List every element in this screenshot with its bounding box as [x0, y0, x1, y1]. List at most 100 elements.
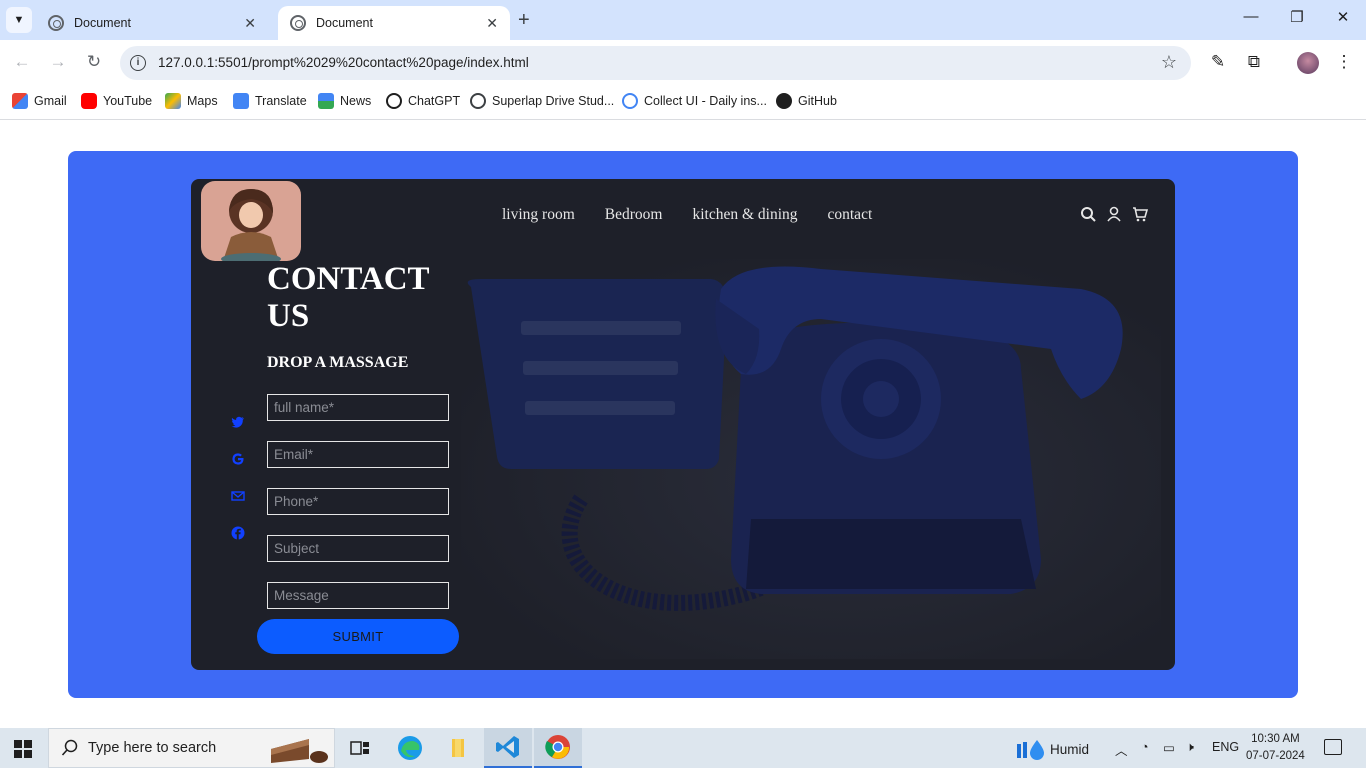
globe-icon — [290, 15, 306, 31]
reload-button[interactable]: ↻ — [82, 52, 106, 72]
bookmark-collectui[interactable]: Collect UI - Daily ins... — [622, 93, 767, 109]
tab-title: Document — [74, 16, 131, 30]
minimize-button[interactable]: — — [1228, 8, 1274, 25]
nav-contact[interactable]: contact — [828, 206, 873, 224]
tab-search-button[interactable]: ▼ — [6, 7, 32, 33]
bookmark-label: News — [340, 94, 372, 108]
user-icon[interactable] — [1106, 206, 1122, 222]
back-button[interactable]: ← — [10, 52, 34, 72]
bookmark-gmail[interactable]: Gmail — [12, 93, 67, 109]
telephone-illustration — [461, 259, 1161, 659]
tab-document-1[interactable]: Document ✕ — [36, 6, 268, 40]
close-tab-icon[interactable]: ✕ — [244, 15, 256, 32]
tab-document-2[interactable]: Document ✕ — [278, 6, 510, 40]
taskbar: Type here to search Humid ︿ ◔ ▭ 🕨 ENG 10… — [0, 728, 1366, 768]
vscode-icon — [496, 736, 519, 758]
twitter-icon[interactable] — [231, 415, 245, 429]
cart-icon[interactable] — [1132, 206, 1148, 222]
system-clock[interactable]: 10:30 AM 07-07-2024 — [1246, 731, 1305, 765]
network-icon[interactable]: ◔ — [1141, 740, 1149, 754]
new-tab-button[interactable]: + — [518, 9, 530, 32]
nav-kitchen-dining[interactable]: kitchen & dining — [692, 206, 797, 224]
email-field[interactable] — [267, 441, 449, 468]
mail-icon[interactable] — [231, 489, 245, 503]
bookmark-youtube[interactable]: YouTube — [81, 93, 152, 109]
bookmark-label: Translate — [255, 94, 307, 108]
restore-button[interactable]: ❐ — [1274, 8, 1320, 26]
maps-icon — [165, 93, 181, 109]
page-viewport: living room Bedroom kitchen & dining con… — [0, 121, 1366, 728]
bookmark-label: Superlap Drive Stud... — [492, 94, 615, 108]
bookmark-maps[interactable]: Maps — [165, 93, 218, 109]
show-hidden-icons[interactable]: ︿ — [1115, 740, 1128, 759]
taskbar-vscode[interactable] — [484, 728, 532, 768]
translate-icon — [233, 93, 249, 109]
address-bar[interactable]: i 127.0.0.1:5501/prompt%2029%20contact%2… — [120, 46, 1191, 80]
menu-icon[interactable]: ⋮ — [1333, 52, 1355, 72]
github-icon — [776, 93, 792, 109]
battery-icon[interactable]: ▭ — [1163, 740, 1175, 755]
humidity-icon — [1017, 740, 1044, 760]
news-icon — [318, 93, 334, 109]
clock-date: 07-07-2024 — [1246, 750, 1305, 762]
url-text[interactable]: 127.0.0.1:5501/prompt%2029%20contact%20p… — [158, 55, 529, 70]
facebook-icon[interactable] — [231, 526, 245, 540]
site-info-icon[interactable]: i — [130, 55, 146, 71]
submit-button[interactable]: SUBMIT — [257, 619, 459, 654]
bookmark-label: Gmail — [34, 94, 67, 108]
main-nav: living room Bedroom kitchen & dining con… — [502, 206, 872, 224]
nav-living-room[interactable]: living room — [502, 206, 575, 224]
eyedropper-icon[interactable]: ✎ — [1207, 52, 1229, 72]
close-tab-icon[interactable]: ✕ — [486, 15, 498, 32]
phone-field[interactable] — [267, 488, 449, 515]
form-subtitle: DROP A MASSAGE — [267, 354, 409, 371]
forward-button[interactable]: → — [46, 52, 70, 72]
notifications-icon[interactable] — [1324, 739, 1342, 755]
bookmark-label: ChatGPT — [408, 94, 461, 108]
bookmarks-bar: Gmail YouTube Maps Translate News ChatGP… — [0, 86, 1366, 120]
globe-icon — [48, 15, 64, 31]
message-field[interactable] — [267, 582, 449, 609]
edge-icon — [398, 736, 422, 760]
bookmark-translate[interactable]: Translate — [233, 93, 307, 109]
tab-strip: ▼ Document ✕ Document ✕ + — ❐ ✕ — [0, 0, 1366, 40]
taskbar-chrome[interactable] — [534, 728, 582, 768]
volume-mute-icon[interactable]: 🕨 — [1186, 740, 1194, 755]
windows-start-icon[interactable] — [14, 740, 32, 758]
page-title: CONTACT US — [267, 261, 430, 335]
taskbar-edge[interactable] — [386, 728, 434, 768]
subject-field[interactable] — [267, 535, 449, 562]
avatar-image — [201, 181, 301, 261]
nav-bedroom[interactable]: Bedroom — [605, 206, 663, 224]
weather-widget[interactable]: Humid — [1017, 738, 1089, 760]
chocolate-cake-icon — [271, 739, 328, 763]
bookmark-github[interactable]: GitHub — [776, 93, 837, 109]
extensions-icon[interactable]: ⧉ — [1243, 52, 1265, 72]
weather-label: Humid — [1050, 741, 1090, 757]
full-name-field[interactable] — [267, 394, 449, 421]
title-line-1: CONTACT — [267, 261, 430, 297]
browser-toolbar: ← → ↻ i 127.0.0.1:5501/prompt%2029%20con… — [0, 40, 1366, 86]
bookmark-label: Maps — [187, 94, 218, 108]
bookmark-star-icon[interactable]: ☆ — [1161, 52, 1177, 73]
taskbar-file-explorer[interactable] — [434, 728, 482, 768]
google-icon[interactable] — [231, 452, 245, 466]
profile-avatar[interactable] — [1297, 52, 1319, 74]
taskbar-search[interactable]: Type here to search — [48, 728, 335, 768]
bookmark-label: YouTube — [103, 94, 153, 108]
chatgpt-icon — [386, 93, 402, 109]
superlap-icon — [470, 93, 486, 109]
task-view-button[interactable] — [336, 728, 384, 768]
nav-icons — [1080, 206, 1148, 222]
avatar[interactable] — [201, 181, 301, 261]
bookmark-news[interactable]: News — [318, 93, 371, 109]
bookmark-chatgpt[interactable]: ChatGPT — [386, 93, 460, 109]
file-explorer-icon — [452, 739, 464, 757]
search-icon[interactable] — [1080, 206, 1096, 222]
title-line-2: US — [267, 298, 310, 334]
bookmark-superlap[interactable]: Superlap Drive Stud... — [470, 93, 614, 109]
contact-card: living room Bedroom kitchen & dining con… — [191, 179, 1175, 670]
close-window-button[interactable]: ✕ — [1320, 8, 1366, 26]
language-indicator[interactable]: ENG — [1212, 740, 1239, 754]
collectui-icon — [622, 93, 638, 109]
